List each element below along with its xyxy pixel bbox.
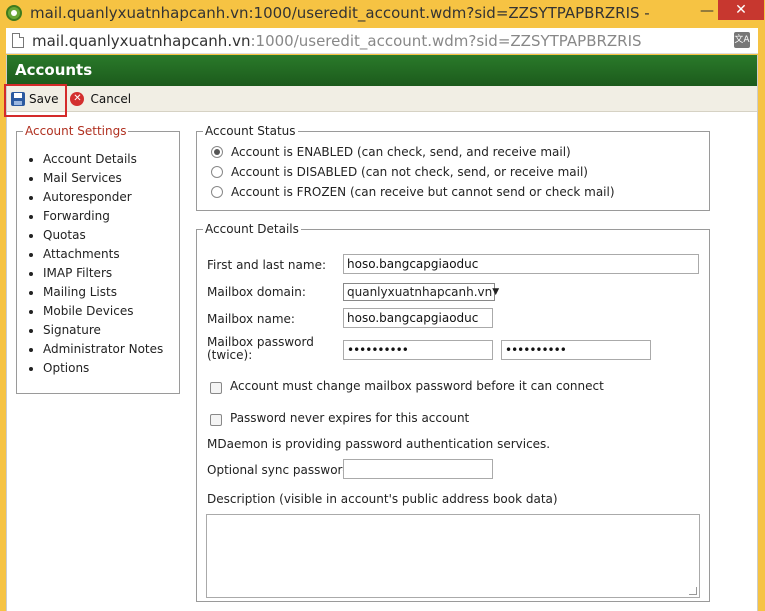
- sidebar-item-autoresponder[interactable]: Autoresponder: [43, 188, 179, 207]
- radio-frozen[interactable]: [211, 186, 223, 198]
- name-label: First and last name:: [207, 258, 326, 272]
- full-name-input[interactable]: hoso.bangcapgiaoduc: [343, 254, 699, 274]
- radio-enabled[interactable]: [211, 146, 223, 158]
- window-titlebar: mail.quanlyxuatnhapcanh.vn:1000/useredit…: [0, 0, 765, 26]
- cancel-label: Cancel: [90, 91, 132, 106]
- address-bar[interactable]: mail.quanlyxuatnhapcanh.vn:1000/useredit…: [6, 28, 758, 54]
- save-button[interactable]: Save: [11, 91, 59, 106]
- toolbar: Save ✕ Cancel: [4, 84, 757, 117]
- status-option-label: Account is DISABLED (can not check, send…: [231, 165, 588, 179]
- page-header: Accounts: [7, 55, 757, 86]
- sync-password-input[interactable]: [343, 459, 493, 479]
- account-status-legend: Account Status: [205, 124, 296, 138]
- sidebar-item-mobile-devices[interactable]: Mobile Devices: [43, 302, 179, 321]
- account-settings-panel: Account Settings Account Details Mail Se…: [16, 124, 180, 394]
- account-details-legend: Account Details: [205, 222, 299, 236]
- translate-icon[interactable]: 文A: [734, 32, 750, 48]
- must-change-password-checkbox[interactable]: [210, 382, 222, 394]
- password-label: Mailbox password (twice):: [207, 336, 314, 362]
- page-title: Accounts: [15, 61, 93, 79]
- sidebar-item-mail-services[interactable]: Mail Services: [43, 169, 179, 188]
- chrome-logo-icon: [6, 5, 22, 21]
- account-settings-legend: Account Settings: [25, 124, 127, 138]
- description-label: Description (visible in account's public…: [207, 492, 558, 506]
- sidebar-item-quotas[interactable]: Quotas: [43, 226, 179, 245]
- password-confirm-input[interactable]: ••••••••••: [501, 340, 651, 360]
- account-status-panel: Account Status Account is ENABLED (can c…: [196, 124, 710, 211]
- save-icon: [11, 91, 25, 106]
- status-option-disabled[interactable]: Account is DISABLED (can not check, send…: [197, 162, 709, 182]
- settings-nav: Account Details Mail Services Autorespon…: [17, 150, 179, 378]
- sidebar-item-imap-filters[interactable]: IMAP Filters: [43, 264, 179, 283]
- status-option-label: Account is ENABLED (can check, send, and…: [231, 145, 571, 159]
- mailbox-name-label: Mailbox name:: [207, 312, 295, 326]
- sidebar-item-mailing-lists[interactable]: Mailing Lists: [43, 283, 179, 302]
- sidebar-item-attachments[interactable]: Attachments: [43, 245, 179, 264]
- cancel-button[interactable]: ✕ Cancel: [70, 91, 132, 106]
- never-expires-checkbox[interactable]: [210, 414, 222, 426]
- account-details-panel: Account Details First and last name: hos…: [196, 222, 710, 602]
- page-icon: [12, 33, 24, 48]
- resize-grip-icon[interactable]: [689, 587, 697, 595]
- save-label: Save: [29, 91, 59, 106]
- domain-label: Mailbox domain:: [207, 285, 306, 299]
- sidebar-item-options[interactable]: Options: [43, 359, 179, 378]
- never-expires-label: Password never expires for this account: [230, 411, 470, 425]
- password-label-line1: Mailbox password: [207, 335, 314, 349]
- url-path: :1000/useredit_account.wdm?sid=ZZSYTPAPB…: [250, 31, 642, 50]
- sync-password-label: Optional sync password:: [207, 463, 354, 477]
- sidebar-item-administrator-notes[interactable]: Administrator Notes: [43, 340, 179, 359]
- description-textarea[interactable]: [206, 514, 700, 598]
- sidebar-item-account-details[interactable]: Account Details: [43, 150, 179, 169]
- url-text: mail.quanlyxuatnhapcanh.vn:1000/useredit…: [32, 32, 642, 50]
- radio-disabled[interactable]: [211, 166, 223, 178]
- status-option-frozen[interactable]: Account is FROZEN (can receive but canno…: [197, 182, 709, 202]
- password-input[interactable]: ••••••••••: [343, 340, 493, 360]
- status-option-enabled[interactable]: Account is ENABLED (can check, send, and…: [197, 142, 709, 162]
- close-window-button[interactable]: ✕: [718, 0, 764, 20]
- sidebar-item-forwarding[interactable]: Forwarding: [43, 207, 179, 226]
- sidebar-item-signature[interactable]: Signature: [43, 321, 179, 340]
- status-option-label: Account is FROZEN (can receive but canno…: [231, 185, 615, 199]
- auth-note: MDaemon is providing password authentica…: [207, 437, 551, 451]
- minimize-icon: —: [700, 3, 714, 19]
- password-label-line2: (twice):: [207, 348, 253, 362]
- mailbox-domain-select[interactable]: quanlyxuatnhapcanh.vn ▼: [343, 283, 499, 301]
- dropdown-arrow-icon: ▼: [492, 287, 500, 297]
- must-change-password-label: Account must change mailbox password bef…: [230, 379, 604, 393]
- url-host: mail.quanlyxuatnhapcanh.vn: [32, 31, 251, 50]
- close-icon: ✕: [735, 2, 747, 18]
- minimize-button[interactable]: —: [694, 0, 720, 22]
- mailbox-name-input[interactable]: hoso.bangcapgiaoduc: [343, 308, 493, 328]
- cancel-icon: ✕: [70, 91, 85, 106]
- window-title: mail.quanlyxuatnhapcanh.vn:1000/useredit…: [30, 4, 650, 22]
- domain-selected-value: quanlyxuatnhapcanh.vn: [347, 285, 493, 299]
